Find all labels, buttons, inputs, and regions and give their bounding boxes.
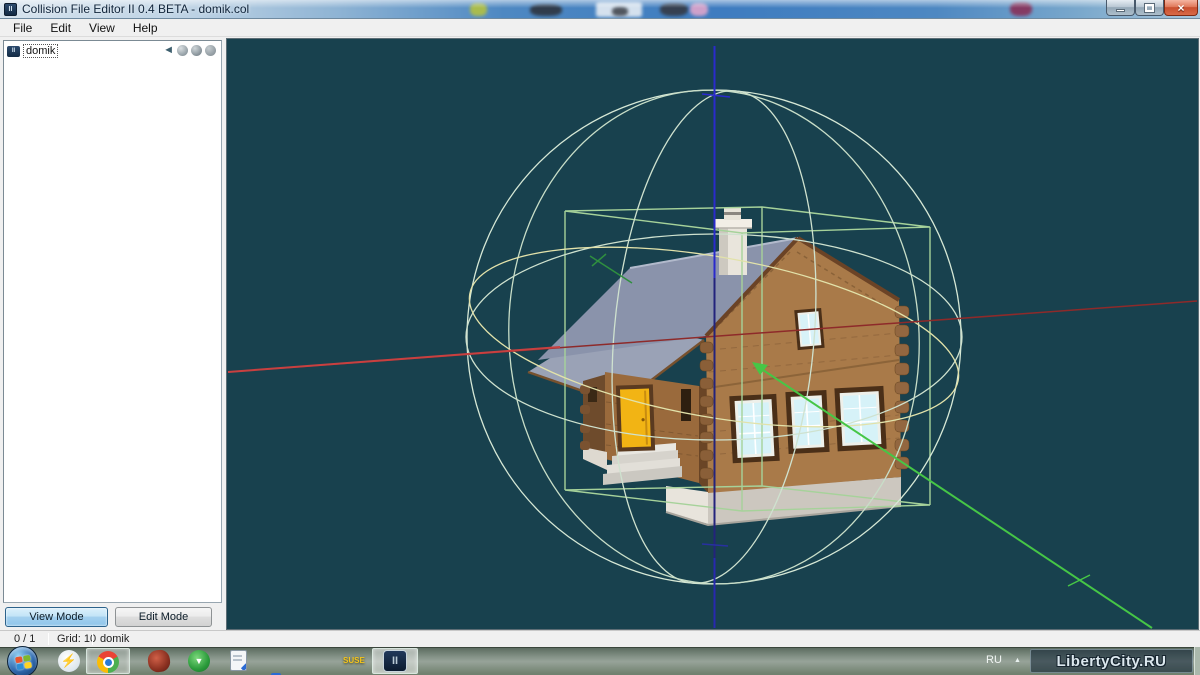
status-model-name: domik bbox=[100, 633, 129, 645]
start-button[interactable] bbox=[7, 646, 38, 675]
collision-file-icon: II bbox=[7, 46, 20, 57]
screen: II Collision File Editor II 0.4 BETA - d… bbox=[0, 0, 1200, 675]
sphere-tool-icon[interactable] bbox=[177, 45, 188, 56]
tree-item-domik[interactable]: II domik bbox=[7, 44, 58, 58]
select-arrow-icon[interactable]: ◄ bbox=[163, 45, 174, 56]
window-title: Collision File Editor II 0.4 BETA - domi… bbox=[22, 2, 249, 16]
desktop-blob bbox=[612, 7, 628, 16]
window-1 bbox=[729, 394, 779, 463]
status-selection-count: 0 / 1 bbox=[14, 633, 35, 645]
status-bar: 0 / 1 Grid: 10 domik bbox=[0, 630, 1200, 647]
minimize-icon bbox=[1116, 9, 1125, 12]
front-door bbox=[616, 384, 655, 451]
watermark: LibertyCity.RU bbox=[1030, 649, 1193, 673]
window-3 bbox=[834, 386, 886, 451]
desktop-blob bbox=[1010, 2, 1032, 16]
status-grid: Grid: 10 bbox=[57, 633, 96, 645]
menu-edit[interactable]: Edit bbox=[41, 20, 80, 36]
desktop-blob bbox=[660, 3, 688, 16]
view-mode-button[interactable]: View Mode bbox=[5, 607, 108, 627]
desktop-blob bbox=[690, 3, 708, 16]
status-separator bbox=[48, 633, 49, 645]
app-icon: II bbox=[4, 3, 17, 16]
menu-view[interactable]: View bbox=[80, 20, 124, 36]
sphere-tool-icon[interactable] bbox=[191, 45, 202, 56]
maximize-icon bbox=[1145, 4, 1154, 12]
close-button[interactable]: × bbox=[1164, 0, 1198, 16]
desktop-blob bbox=[530, 4, 562, 16]
tree-item-label: domik bbox=[23, 44, 58, 58]
menu-file[interactable]: File bbox=[4, 20, 41, 36]
maximize-button[interactable] bbox=[1135, 0, 1164, 16]
taskbar-suse-icon[interactable]: SUSE bbox=[343, 656, 365, 665]
collision-editor-taskbar-icon[interactable]: II bbox=[383, 650, 407, 672]
status-separator bbox=[92, 633, 93, 645]
taskbar-lightning-icon[interactable]: ⚡ bbox=[58, 650, 80, 672]
show-desktop-button[interactable] bbox=[1194, 647, 1200, 675]
title-bar[interactable]: II Collision File Editor II 0.4 BETA - d… bbox=[0, 0, 1200, 19]
porch-window bbox=[681, 389, 691, 421]
viewport-3d[interactable] bbox=[226, 38, 1199, 630]
viewport-canvas bbox=[227, 39, 1198, 629]
taskbar-utility-icon[interactable] bbox=[268, 671, 290, 675]
log-ends-right bbox=[895, 306, 909, 469]
windows-flag-icon bbox=[15, 655, 32, 670]
menu-help[interactable]: Help bbox=[124, 20, 167, 36]
tray-expand-icon[interactable]: ▲ bbox=[1014, 657, 1021, 664]
sphere-tool-icon[interactable] bbox=[205, 45, 216, 56]
chrome-icon[interactable] bbox=[97, 651, 119, 673]
taskbar-download-icon[interactable]: ▼ bbox=[188, 650, 210, 672]
language-indicator[interactable]: RU bbox=[986, 654, 1002, 666]
menu-bar: File Edit View Help bbox=[0, 19, 1200, 37]
close-icon: × bbox=[1177, 1, 1184, 15]
taskbar-document-icon[interactable] bbox=[230, 650, 247, 671]
collision-tree-panel: II domik ◄ bbox=[3, 40, 222, 603]
minimize-button[interactable] bbox=[1106, 0, 1135, 16]
edit-mode-button[interactable]: Edit Mode bbox=[115, 607, 212, 627]
desktop-blob bbox=[470, 3, 487, 16]
